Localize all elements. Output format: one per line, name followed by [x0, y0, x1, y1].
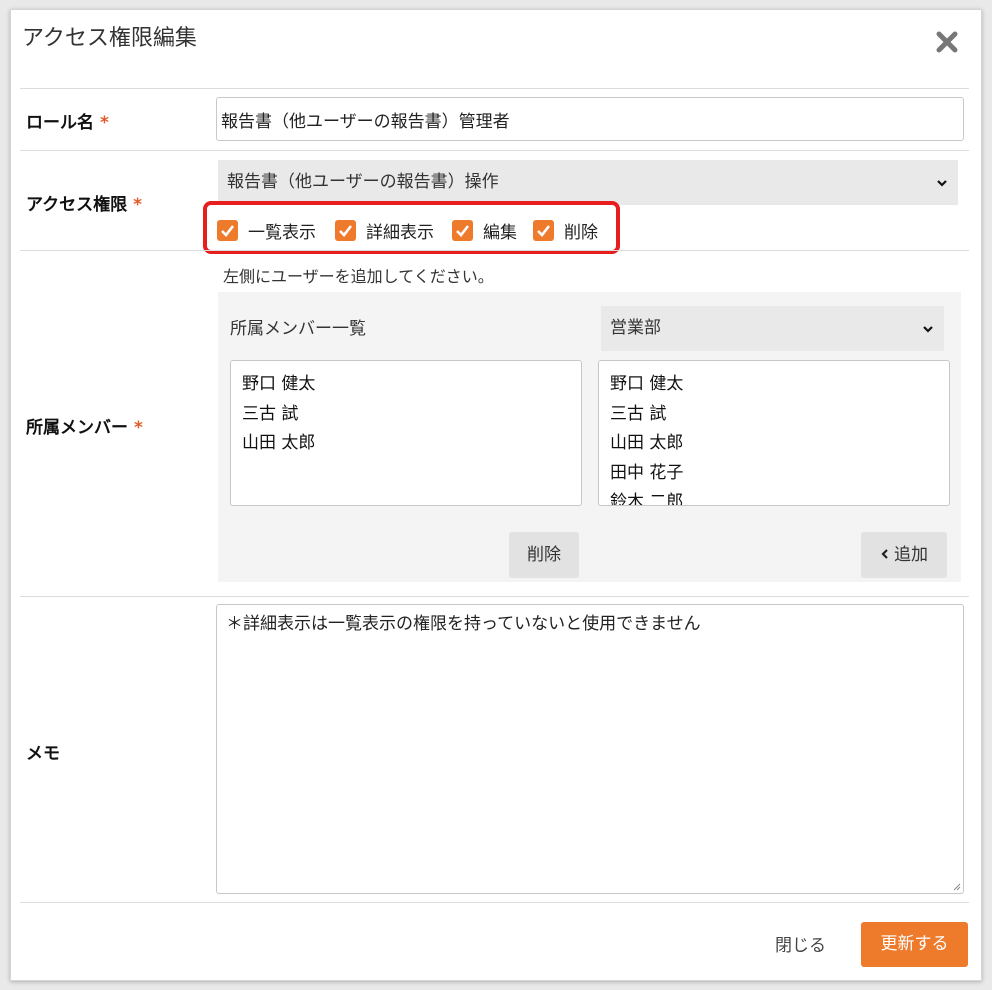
members-panel: 所属メンバー一覧 営業部 野口 健太 三古 試 山田 太郎 野口 健太 三古 試… — [218, 292, 961, 582]
checkbox-checked-icon[interactable] — [533, 220, 554, 241]
chevron-left-icon — [881, 549, 888, 559]
available-users-list[interactable]: 野口 健太 三古 試 山田 太郎 田中 花子 鈴木 二郎 — [598, 360, 950, 506]
members-label: 所属メンバー * — [26, 418, 143, 438]
memo-textarea[interactable]: ＊詳細表示は一覧表示の権限を持っていないと使用できません — [216, 604, 964, 894]
divider — [20, 88, 969, 89]
divider — [20, 596, 969, 597]
required-mark: * — [134, 418, 143, 438]
permission-checkbox-group: 一覧表示 詳細表示 編集 削除 — [203, 201, 620, 254]
checkbox-label: 一覧表示 — [248, 223, 316, 243]
members-list-label: 所属メンバー一覧 — [230, 319, 366, 339]
members-hint: 左側にユーザーを追加してください。 — [223, 267, 494, 286]
checkbox-detail-view[interactable]: 詳細表示 — [335, 218, 434, 243]
list-item[interactable]: 田中 花子 — [610, 459, 938, 489]
checkbox-label: 編集 — [483, 223, 517, 243]
memo-label: メモ — [26, 744, 60, 764]
divider — [20, 250, 969, 251]
current-members-list[interactable]: 野口 健太 三古 試 山田 太郎 — [230, 360, 582, 506]
checkbox-checked-icon[interactable] — [335, 220, 356, 241]
checkbox-label: 削除 — [564, 223, 598, 243]
role-name-label: ロール名 * — [26, 113, 109, 133]
access-rights-select[interactable]: 報告書（他ユーザーの報告書）操作 — [218, 160, 958, 205]
checkbox-edit[interactable]: 編集 — [452, 218, 517, 243]
dialog-title: アクセス権限編集 — [22, 26, 197, 51]
list-item[interactable]: 山田 太郎 — [610, 429, 938, 459]
update-button[interactable]: 更新する — [861, 922, 968, 967]
access-rights-select-value: 報告書（他ユーザーの報告書）操作 — [227, 172, 499, 192]
list-item[interactable]: 三古 試 — [242, 400, 570, 430]
department-select[interactable]: 営業部 — [601, 306, 944, 351]
memo-text: ＊詳細表示は一覧表示の権限を持っていないと使用できません — [226, 614, 701, 634]
checkbox-checked-icon[interactable] — [452, 220, 473, 241]
list-item[interactable]: 山田 太郎 — [242, 429, 570, 459]
list-item[interactable]: 野口 健太 — [610, 370, 938, 400]
list-item[interactable]: 鈴木 二郎 — [610, 488, 938, 505]
divider — [20, 902, 969, 903]
role-name-input[interactable] — [216, 97, 964, 141]
checkbox-label: 詳細表示 — [366, 223, 434, 243]
resize-grip-icon[interactable] — [951, 881, 961, 891]
list-item[interactable]: 野口 健太 — [242, 370, 570, 400]
remove-member-button[interactable]: 削除 — [509, 532, 579, 578]
department-select-value: 営業部 — [610, 318, 661, 338]
divider — [20, 150, 969, 151]
checkbox-list-view[interactable]: 一覧表示 — [217, 218, 316, 243]
access-rights-label: アクセス権限 * — [26, 195, 143, 215]
add-member-label: 追加 — [894, 545, 928, 565]
access-edit-dialog: アクセス権限編集 ロール名* アクセス権限* 報告書（他ユーザーの報告書）操作 … — [10, 9, 982, 981]
close-button[interactable]: 閉じる — [775, 931, 826, 956]
checkbox-delete[interactable]: 削除 — [533, 218, 598, 243]
required-mark: * — [100, 113, 109, 133]
checkbox-checked-icon[interactable] — [217, 220, 238, 241]
chevron-down-icon — [923, 326, 933, 333]
add-member-button[interactable]: 追加 — [861, 532, 947, 578]
close-icon[interactable] — [933, 28, 961, 56]
required-mark: * — [133, 195, 143, 215]
chevron-down-icon — [937, 180, 947, 187]
list-item[interactable]: 三古 試 — [610, 400, 938, 430]
